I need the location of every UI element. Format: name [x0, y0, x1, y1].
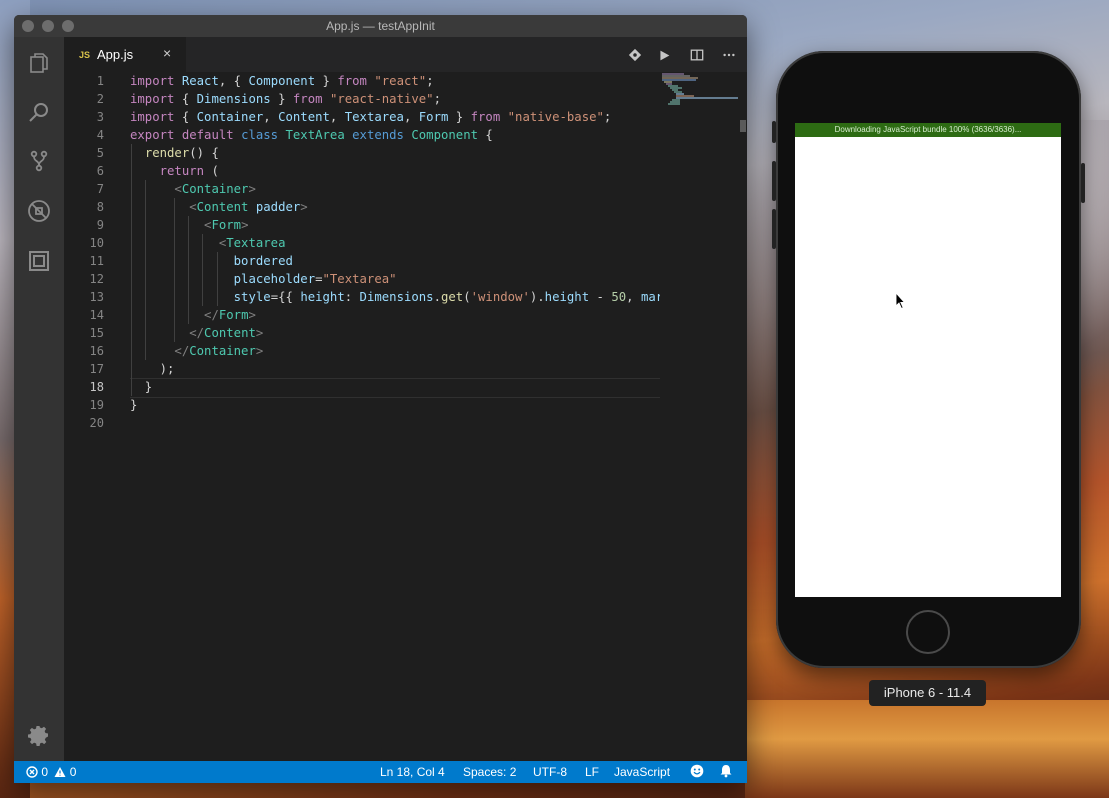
- code-line: bordered: [233, 254, 293, 268]
- close-tab-icon[interactable]: ×: [163, 45, 171, 61]
- line-number: 5: [96, 146, 104, 160]
- mute-switch[interactable]: [772, 121, 776, 143]
- line-number: 13: [89, 290, 104, 304]
- line-number: 2: [96, 92, 104, 106]
- split-editor-icon[interactable]: [689, 47, 705, 63]
- simulator-screen[interactable]: Downloading JavaScript bundle 100% (3636…: [795, 123, 1061, 597]
- editor-tabs: JS App.js ×: [64, 37, 747, 72]
- encoding-setting[interactable]: UTF-8: [533, 765, 567, 779]
- indentation-setting[interactable]: Spaces: 2: [463, 765, 516, 779]
- cursor-position[interactable]: Ln 18, Col 4: [380, 765, 445, 779]
- javascript-file-icon: JS: [79, 50, 91, 60]
- code-line: style={{ height: Dimensions.get('window'…: [233, 290, 660, 304]
- code-line: }: [130, 398, 138, 412]
- error-count: 0: [41, 765, 49, 779]
- home-button[interactable]: [906, 610, 950, 654]
- code-content: import React, { Component } from "react"…: [130, 72, 660, 452]
- volume-down-button[interactable]: [772, 209, 776, 249]
- warning-icon: [54, 767, 66, 777]
- line-number: 14: [89, 308, 104, 322]
- explorer-icon[interactable]: [27, 51, 51, 75]
- warning-count: 0: [69, 765, 77, 779]
- line-number: 12: [89, 272, 104, 286]
- git-compare-icon[interactable]: [627, 47, 643, 63]
- code-line: render() {: [144, 146, 219, 160]
- line-number: 8: [96, 200, 104, 214]
- code-line: <Textarea: [218, 236, 286, 250]
- language-mode[interactable]: JavaScript: [614, 765, 670, 779]
- line-number: 9: [96, 218, 104, 232]
- search-icon[interactable]: [27, 100, 51, 124]
- line-number: 3: [96, 110, 104, 124]
- line-number: 11: [89, 254, 104, 268]
- code-line: }: [130, 380, 153, 394]
- code-line: placeholder="Textarea": [233, 272, 397, 286]
- device-label: iPhone 6 - 11.4: [869, 680, 986, 706]
- line-number: 6: [96, 164, 104, 178]
- code-line: export default class TextArea extends Co…: [130, 128, 493, 142]
- minimap[interactable]: [660, 72, 740, 112]
- tab-label: App.js: [97, 47, 134, 62]
- code-line: </Container>: [174, 344, 264, 358]
- more-actions-icon[interactable]: [721, 47, 737, 63]
- debug-icon[interactable]: [27, 199, 51, 223]
- line-number: 1: [96, 74, 104, 88]
- end-of-line-setting[interactable]: LF: [585, 765, 599, 779]
- title-bar: App.js — testAppInit: [14, 15, 747, 38]
- source-control-icon[interactable]: [27, 149, 51, 173]
- code-line: import { Container, Content, Textarea, F…: [130, 110, 612, 124]
- code-line: import React, { Component } from "react"…: [130, 74, 434, 88]
- code-line: </Form>: [204, 308, 256, 322]
- code-line: import { Dimensions } from "react-native…: [130, 92, 441, 106]
- code-line: <Form>: [204, 218, 249, 232]
- notifications-bell-icon[interactable]: [719, 764, 733, 781]
- code-line: );: [130, 362, 175, 376]
- line-number: 20: [89, 416, 104, 430]
- line-number: 19: [89, 398, 104, 412]
- activity-bar: [14, 37, 64, 761]
- run-icon[interactable]: [656, 47, 672, 63]
- mouse-pointer-icon: [895, 292, 905, 310]
- line-number: 10: [89, 236, 104, 250]
- code-editor[interactable]: 1 2 3 4 5 6 7 8 9 10 11 12 13 14 15 16 1…: [64, 72, 747, 761]
- window-title: App.js — testAppInit: [326, 19, 435, 33]
- extensions-icon[interactable]: [27, 249, 51, 273]
- code-line: </Content>: [189, 326, 264, 340]
- line-number: 17: [89, 362, 104, 376]
- settings-gear-icon[interactable]: [27, 723, 51, 747]
- vertical-scrollbar[interactable]: [740, 72, 747, 761]
- desktop-wallpaper-lake: [745, 700, 1109, 798]
- code-line: <Content padder>: [189, 200, 308, 214]
- code-line: return (: [159, 164, 219, 178]
- line-number: 15: [89, 326, 104, 340]
- vscode-window: App.js — testAppInit JS App.js × 1 2 3 4…: [14, 15, 747, 783]
- iphone-simulator: Downloading JavaScript bundle 100% (3636…: [772, 51, 1085, 668]
- volume-up-button[interactable]: [772, 161, 776, 201]
- feedback-smiley-icon[interactable]: [690, 764, 704, 781]
- tab-app-js[interactable]: JS App.js ×: [64, 37, 186, 72]
- line-number: 4: [96, 128, 104, 142]
- problems-indicator[interactable]: 0 0: [26, 765, 76, 779]
- line-number: 16: [89, 344, 104, 358]
- status-bar: 0 0 Ln 18, Col 4 Spaces: 2 UTF-8 LF Java…: [14, 761, 747, 783]
- code-line: <Container>: [174, 182, 256, 196]
- power-button[interactable]: [1081, 163, 1085, 203]
- line-number: 7: [96, 182, 104, 196]
- download-progress-banner: Downloading JavaScript bundle 100% (3636…: [795, 123, 1061, 137]
- error-icon: [26, 766, 38, 778]
- line-number: 18: [89, 380, 104, 394]
